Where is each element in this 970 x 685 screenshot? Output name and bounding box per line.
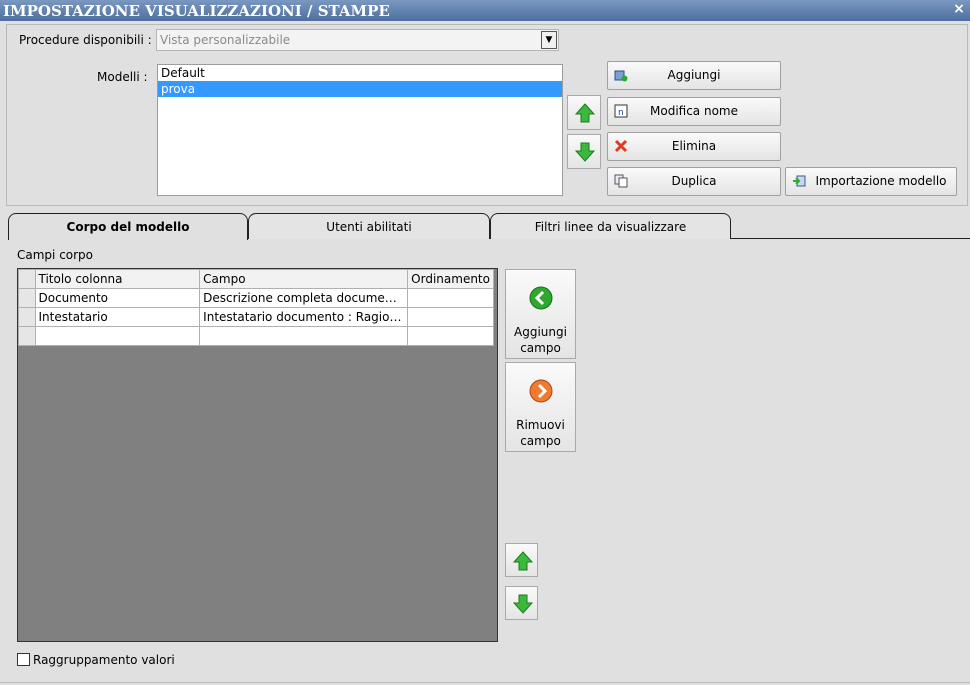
move-field-up-button[interactable] xyxy=(505,543,538,577)
campi-table: Titolo colonna Campo Ordinamento Documen… xyxy=(18,269,494,346)
rimuovi-campo-button[interactable]: Rimuovi campo xyxy=(505,362,576,452)
move-model-up-button[interactable] xyxy=(567,95,601,130)
row-header[interactable] xyxy=(18,326,36,346)
arrow-down-icon xyxy=(575,142,595,162)
list-item-default[interactable]: Default xyxy=(158,65,562,81)
raggruppamento-checkbox[interactable] xyxy=(17,653,30,666)
rimuovi-campo-label: Rimuovi campo xyxy=(506,417,575,449)
column-header-ordinamento[interactable]: Ordinamento xyxy=(407,269,494,289)
arrow-left-circle-icon xyxy=(529,286,553,310)
row-header[interactable] xyxy=(18,307,36,327)
modelli-list[interactable]: Default prova xyxy=(157,64,563,196)
table-header-row: Titolo colonna Campo Ordinamento xyxy=(18,269,494,289)
duplica-label: Duplica xyxy=(671,174,717,188)
table-cell[interactable] xyxy=(34,326,201,346)
tab-filtri-linee[interactable]: Filtri linee da visualizzare xyxy=(490,213,731,239)
bottom-divider xyxy=(0,682,970,683)
modelli-label: Modelli : xyxy=(97,70,148,84)
table-cell[interactable] xyxy=(407,326,494,346)
elimina-button[interactable]: Elimina xyxy=(607,132,781,161)
importazione-modello-button[interactable]: Importazione modello xyxy=(785,167,957,196)
modifica-nome-label: Modifica nome xyxy=(650,104,738,118)
aggiungi-campo-button[interactable]: Aggiungi campo xyxy=(505,269,576,359)
aggiungi-campo-line1: Aggiungi xyxy=(514,325,567,339)
tab-corpo-del-modello[interactable]: Corpo del modello xyxy=(8,213,248,240)
table-cell[interactable]: Intestatario documento : Ragion... xyxy=(199,307,409,327)
elimina-label: Elimina xyxy=(671,139,717,153)
table-cell[interactable] xyxy=(407,288,494,308)
arrow-up-icon xyxy=(575,103,595,123)
move-model-down-button[interactable] xyxy=(567,134,601,169)
arrow-right-circle-icon xyxy=(529,379,553,403)
arrow-up-icon xyxy=(513,551,533,571)
table-cell[interactable]: Descrizione completa documento... xyxy=(199,288,409,308)
table-cell[interactable]: Documento xyxy=(34,288,201,308)
column-header-titolo[interactable]: Titolo colonna xyxy=(34,269,201,289)
svg-text:n: n xyxy=(618,108,624,118)
window-title-bar: IMPOSTAZIONE VISUALIZZAZIONI / STAMPE × xyxy=(0,0,970,21)
import-icon xyxy=(793,175,806,187)
arrow-down-icon xyxy=(513,594,533,614)
aggiungi-campo-label: Aggiungi campo xyxy=(506,324,575,356)
table-row[interactable]: Intestatario Intestatario documento : Ra… xyxy=(18,307,494,327)
aggiungi-campo-line2: campo xyxy=(520,341,561,355)
rimuovi-campo-line2: campo xyxy=(520,434,561,448)
rename-icon: n xyxy=(614,104,628,118)
table-row[interactable]: Documento Descrizione completa documento… xyxy=(18,288,494,308)
table-row[interactable] xyxy=(18,326,494,346)
duplicate-icon xyxy=(614,174,628,188)
table-cell[interactable] xyxy=(199,326,409,346)
list-item-prova[interactable]: prova xyxy=(158,81,562,97)
row-header[interactable] xyxy=(18,288,36,308)
row-header-corner xyxy=(18,269,36,289)
duplica-button[interactable]: Duplica xyxy=(607,167,781,196)
add-model-icon xyxy=(614,70,628,82)
campi-corpo-grid[interactable]: Titolo colonna Campo Ordinamento Documen… xyxy=(17,268,498,642)
close-button[interactable]: × xyxy=(951,1,967,17)
column-header-campo[interactable]: Campo xyxy=(199,269,409,289)
procedure-select[interactable]: Vista personalizzabile ▼ xyxy=(156,29,559,51)
importazione-label: Importazione modello xyxy=(815,174,947,188)
move-field-down-button[interactable] xyxy=(505,586,538,620)
procedure-label: Procedure disponibili : xyxy=(19,33,152,47)
aggiungi-button[interactable]: Aggiungi xyxy=(607,61,781,90)
campi-corpo-label: Campi corpo xyxy=(17,248,94,262)
window-title: IMPOSTAZIONE VISUALIZZAZIONI / STAMPE xyxy=(3,2,390,20)
delete-icon xyxy=(614,139,628,153)
table-cell[interactable]: Intestatario xyxy=(34,307,201,327)
tab-utenti-abilitati[interactable]: Utenti abilitati xyxy=(248,213,490,239)
aggiungi-label: Aggiungi xyxy=(667,68,721,82)
modifica-nome-button[interactable]: n Modifica nome xyxy=(607,97,781,126)
procedure-select-value: Vista personalizzabile xyxy=(160,33,291,47)
table-cell[interactable] xyxy=(407,307,494,327)
chevron-down-icon[interactable]: ▼ xyxy=(541,31,557,49)
raggruppamento-label: Raggruppamento valori xyxy=(33,653,175,667)
rimuovi-campo-line1: Rimuovi xyxy=(516,418,565,432)
